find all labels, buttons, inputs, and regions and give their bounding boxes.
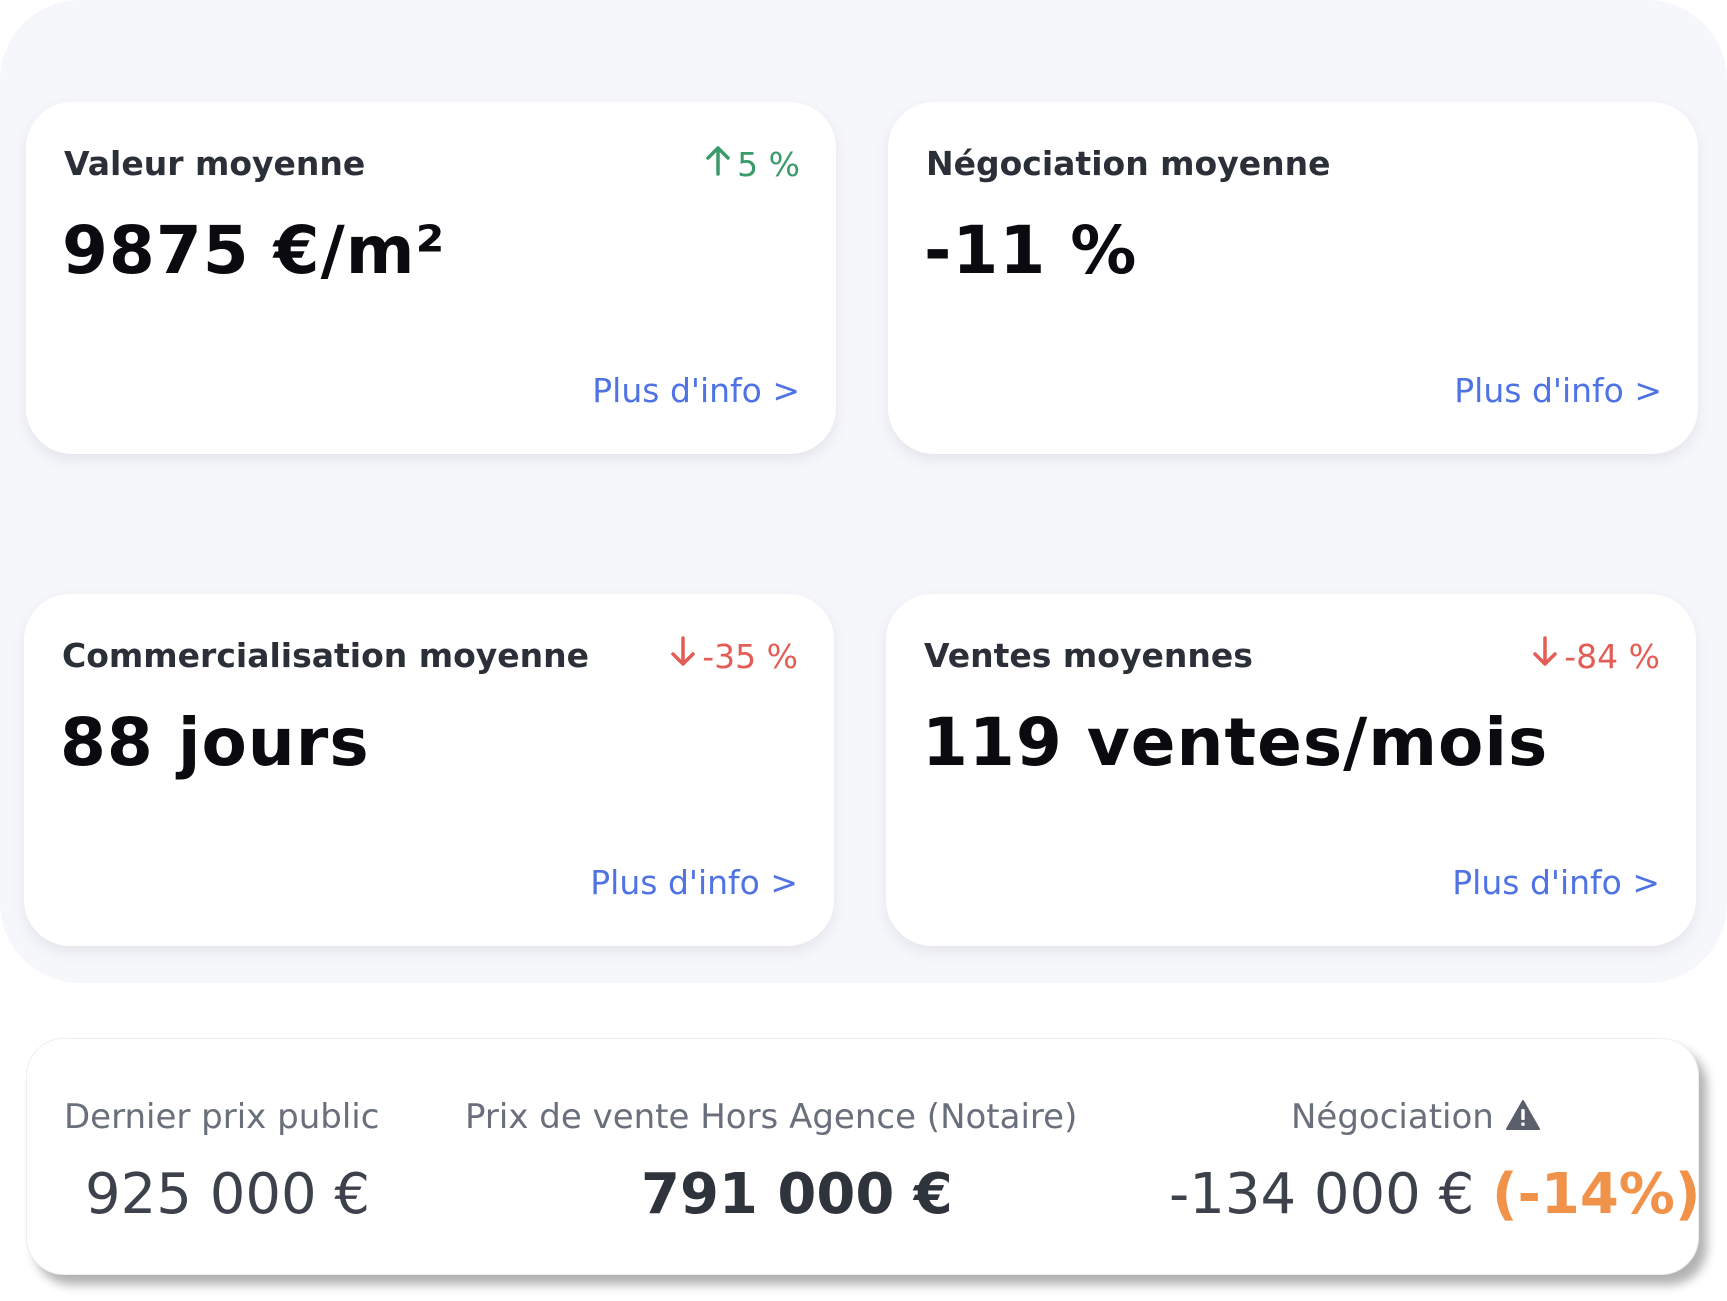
card-value: -11 % bbox=[924, 212, 1138, 289]
trend-indicator: 5 % bbox=[705, 144, 800, 184]
price-summary-card: Dernier prix public 925 000 € Prix de ve… bbox=[26, 1038, 1701, 1275]
more-info-link[interactable]: Plus d'info > bbox=[590, 863, 798, 902]
card-negociation-moyenne: Négociation moyenne -11 % Plus d'info > bbox=[888, 102, 1698, 454]
stats-panel: Valeur moyenne 5 % 9875 €/m² Plus d'info… bbox=[0, 0, 1727, 983]
more-info-link[interactable]: Plus d'info > bbox=[1454, 371, 1662, 410]
card-value: 9875 €/m² bbox=[62, 212, 446, 289]
trend-indicator: -35 % bbox=[670, 636, 798, 676]
sale-price-value: 791 000 € bbox=[641, 1162, 953, 1227]
warning-icon[interactable] bbox=[1505, 1097, 1541, 1137]
arrow-down-icon bbox=[670, 636, 696, 676]
card-title: Négociation moyenne bbox=[926, 144, 1331, 183]
card-commercialisation-moyenne: Commercialisation moyenne -35 % 88 jours… bbox=[24, 594, 834, 946]
trend-indicator: -84 % bbox=[1532, 636, 1660, 676]
negotiation-label: Négociation bbox=[1291, 1097, 1494, 1137]
card-valeur-moyenne: Valeur moyenne 5 % 9875 €/m² Plus d'info… bbox=[26, 102, 836, 454]
card-title: Ventes moyennes bbox=[924, 636, 1253, 675]
sale-price-label: Prix de vente Hors Agence (Notaire) bbox=[465, 1097, 1078, 1137]
card-ventes-moyennes: Ventes moyennes -84 % 119 ventes/mois Pl… bbox=[886, 594, 1696, 946]
negotiation-amount: -134 000 € bbox=[1169, 1162, 1475, 1227]
negotiation-percent: (-14%) bbox=[1492, 1162, 1701, 1227]
trend-value: -84 % bbox=[1564, 636, 1660, 676]
trend-value: 5 % bbox=[737, 144, 800, 184]
card-title: Commercialisation moyenne bbox=[62, 636, 590, 675]
negotiation-value-group: -134 000 € (-14%) bbox=[1169, 1162, 1701, 1227]
card-value: 88 jours bbox=[60, 704, 370, 781]
card-title: Valeur moyenne bbox=[64, 144, 366, 183]
arrow-up-icon bbox=[705, 144, 731, 184]
public-price-label: Dernier prix public bbox=[64, 1097, 380, 1137]
public-price-value: 925 000 € bbox=[85, 1162, 371, 1227]
negotiation-label-group: Négociation bbox=[1291, 1097, 1541, 1137]
more-info-link[interactable]: Plus d'info > bbox=[592, 371, 800, 410]
arrow-down-icon bbox=[1532, 636, 1558, 676]
trend-value: -35 % bbox=[702, 636, 798, 676]
card-value: 119 ventes/mois bbox=[922, 704, 1549, 781]
more-info-link[interactable]: Plus d'info > bbox=[1452, 863, 1660, 902]
